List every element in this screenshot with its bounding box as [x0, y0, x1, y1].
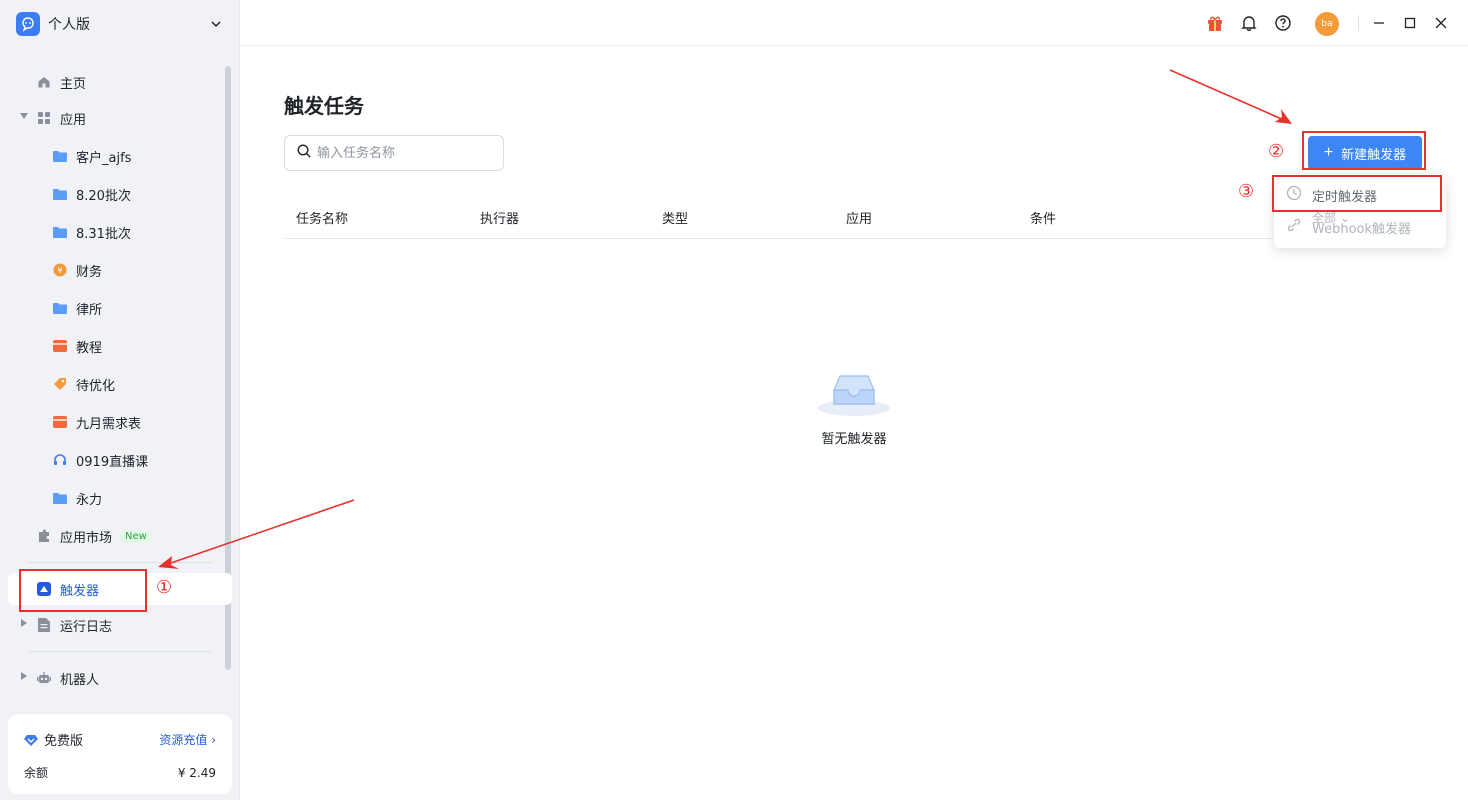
- recharge-label: 资源充值: [159, 733, 208, 747]
- link-icon: [1286, 217, 1302, 237]
- chevron-down-icon[interactable]: [208, 16, 224, 32]
- column-header: 任务名称: [296, 212, 349, 227]
- search-box[interactable]: [284, 135, 504, 171]
- annotation-number: ①: [156, 577, 173, 598]
- annotation-arrow: [1169, 69, 1285, 121]
- sidebar-app-label: 客户_ajfs: [76, 150, 132, 166]
- caret-right-icon[interactable]: [21, 672, 27, 680]
- folder-icon: [52, 148, 68, 164]
- column-header: 条件: [1030, 212, 1057, 227]
- sidebar-item-market[interactable]: 应用市场 New: [8, 520, 224, 552]
- sidebar-app-label: 0919直播课: [76, 454, 149, 470]
- sidebar-app-item[interactable]: 教程: [8, 330, 224, 362]
- search-icon: [297, 144, 311, 162]
- column-header: 类型: [662, 212, 689, 227]
- sidebar-app-label: 8.20批次: [76, 188, 131, 204]
- card-icon: [52, 338, 68, 354]
- sidebar-app-label: 永力: [76, 492, 103, 508]
- column-header: 应用: [846, 212, 873, 227]
- annotation-box: [19, 569, 147, 612]
- sidebar-item-label: 机器人: [60, 672, 100, 688]
- plan-card: 免费版 资源充值 › 余额 ¥ 2.49: [8, 714, 232, 794]
- sidebar-app-item[interactable]: 0919直播课: [8, 444, 224, 476]
- page-title: 触发任务: [284, 94, 364, 118]
- sidebar-app-label: 8.31批次: [76, 226, 131, 242]
- new-badge: New: [120, 529, 152, 543]
- sidebar-app-label: 律所: [76, 302, 103, 318]
- card-icon: [52, 414, 68, 430]
- plan-name: 免费版: [24, 730, 83, 749]
- folder-icon: [52, 490, 68, 506]
- robot-icon: [36, 670, 52, 686]
- sidebar-app-label: 财务: [76, 264, 103, 280]
- sidebar-item-label: 运行日志: [60, 619, 113, 635]
- sidebar-app-item[interactable]: 永力: [8, 482, 224, 514]
- table-header: 任务名称 执行器 类型 应用 条件: [284, 195, 1444, 239]
- home-icon: [36, 74, 52, 90]
- folder-icon: [52, 300, 68, 316]
- maximize-icon[interactable]: [1401, 14, 1419, 32]
- sidebar-item-logs[interactable]: 运行日志: [8, 609, 224, 641]
- svg-text:¥: ¥: [57, 266, 62, 275]
- sidebar-divider: [28, 651, 212, 652]
- caret-right-icon[interactable]: [21, 619, 27, 627]
- caret-down-icon[interactable]: [20, 113, 28, 119]
- minimize-icon[interactable]: [1370, 14, 1388, 32]
- menu-item-webhook-trigger[interactable]: Webhook触发器: [1274, 211, 1446, 243]
- balance-label: 余额: [24, 766, 49, 780]
- sidebar-item-label: 主页: [60, 76, 87, 92]
- apps-grid-icon: [36, 110, 52, 126]
- annotation-number: ②: [1268, 141, 1285, 162]
- sidebar-divider: [28, 562, 212, 563]
- sidebar-app-item[interactable]: 8.31批次: [8, 216, 224, 248]
- annotation-number: ③: [1238, 181, 1255, 202]
- gift-icon[interactable]: [1206, 14, 1224, 32]
- chevron-right-icon: ›: [211, 733, 216, 747]
- help-icon[interactable]: [1274, 14, 1292, 32]
- sidebar-app-item[interactable]: 律所: [8, 292, 224, 324]
- sidebar: 个人版 主页 应用 客户_ajfs 8.20批次 8.31批次 ¥ 财务 律所 …: [0, 0, 240, 800]
- tag-icon: [52, 376, 68, 392]
- workspace-switcher[interactable]: 个人版: [16, 12, 224, 36]
- chevron-down-icon: ⌄: [1339, 211, 1350, 225]
- diamond-icon: [24, 734, 38, 746]
- sidebar-app-item[interactable]: 九月需求表: [8, 406, 224, 438]
- app-logo-icon: [16, 12, 40, 36]
- sidebar-app-item[interactable]: 待优化: [8, 368, 224, 400]
- avatar[interactable]: ba: [1315, 12, 1339, 36]
- workspace-name: 个人版: [48, 17, 90, 33]
- folder-icon: [52, 224, 68, 240]
- empty-state-text: 暂无触发器: [821, 432, 887, 447]
- sidebar-app-item[interactable]: 8.20批次: [8, 178, 224, 210]
- sidebar-app-label: 九月需求表: [76, 416, 142, 432]
- puzzle-icon: [36, 528, 52, 544]
- bell-icon[interactable]: [1240, 14, 1258, 32]
- app-window: 个人版 主页 应用 客户_ajfs 8.20批次 8.31批次 ¥ 财务 律所 …: [0, 0, 1468, 800]
- sidebar-app-label: 待优化: [76, 378, 116, 394]
- balance-value: ¥ 2.49: [177, 765, 216, 780]
- sidebar-group-apps[interactable]: 应用: [8, 102, 224, 134]
- search-input[interactable]: [317, 145, 497, 161]
- filter-all-label: 全部: [1312, 211, 1337, 225]
- column-header: 执行器: [480, 212, 520, 227]
- plan-name-label: 免费版: [44, 734, 84, 749]
- sidebar-app-item[interactable]: ¥ 财务: [8, 254, 224, 286]
- sidebar-item-label: 应用: [60, 112, 87, 128]
- annotation-box: [1302, 131, 1426, 170]
- headset-icon: [52, 452, 68, 468]
- arrowhead-icon: [1275, 109, 1292, 124]
- close-icon[interactable]: [1432, 14, 1450, 32]
- empty-inbox-icon: [818, 370, 890, 418]
- document-icon: [36, 617, 52, 633]
- sidebar-item-home[interactable]: 主页: [8, 66, 224, 98]
- recharge-link[interactable]: 资源充值 ›: [159, 731, 216, 748]
- sidebar-app-item[interactable]: 客户_ajfs: [8, 140, 224, 172]
- annotation-box: [1272, 175, 1442, 212]
- toolbar-divider: [1358, 15, 1359, 31]
- folder-icon: [52, 186, 68, 202]
- sidebar-item-robots[interactable]: 机器人: [8, 662, 224, 694]
- sidebar-item-label: 应用市场: [60, 530, 113, 546]
- yen-icon: ¥: [52, 262, 68, 278]
- sidebar-app-label: 教程: [76, 340, 103, 356]
